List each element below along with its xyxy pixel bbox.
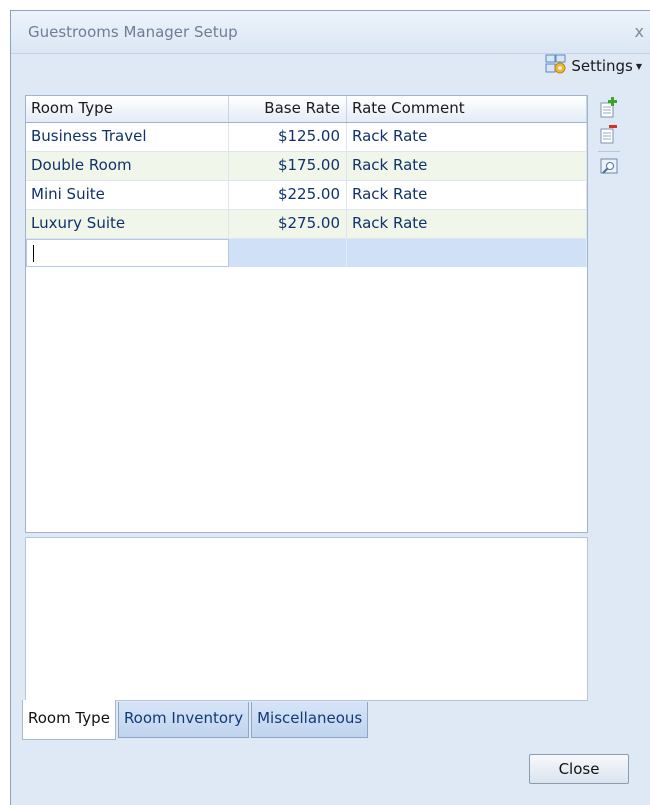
table-row[interactable]: Business Travel $125.00 Rack Rate — [26, 123, 587, 152]
tab-miscellaneous[interactable]: Miscellaneous — [251, 702, 369, 738]
close-button[interactable]: Close — [529, 754, 629, 784]
cell-rate-comment[interactable]: Rack Rate — [347, 210, 587, 238]
delete-row-button[interactable] — [597, 123, 621, 149]
table-row[interactable]: Double Room $175.00 Rack Rate — [26, 152, 587, 181]
table-row[interactable]: Mini Suite $225.00 Rack Rate — [26, 181, 587, 210]
new-row-room-type-input[interactable] — [26, 239, 229, 267]
chevron-down-icon: ▼ — [635, 61, 642, 71]
window-title: Guestrooms Manager Setup — [28, 23, 238, 41]
cell-room-type[interactable]: Business Travel — [26, 123, 229, 151]
preview-button[interactable] — [597, 156, 621, 182]
tab-strip: Room Type Room Inventory Miscellaneous — [22, 700, 370, 740]
column-header-base-rate[interactable]: Base Rate — [229, 96, 347, 122]
tab-room-inventory[interactable]: Room Inventory — [117, 702, 250, 738]
column-header-rate-comment[interactable]: Rate Comment — [347, 96, 587, 122]
add-row-icon — [599, 97, 619, 123]
table-row[interactable]: Luxury Suite $275.00 Rack Rate — [26, 210, 587, 239]
add-row-button[interactable] — [597, 97, 621, 123]
settings-label: Settings — [571, 57, 633, 75]
cell-base-rate[interactable]: $275.00 — [229, 210, 347, 238]
new-row[interactable] — [26, 239, 587, 267]
detail-pane — [25, 537, 588, 701]
new-row-rate-comment[interactable] — [347, 239, 587, 267]
cell-room-type[interactable]: Luxury Suite — [26, 210, 229, 238]
window-close-icon[interactable]: x — [635, 22, 644, 41]
cell-base-rate[interactable]: $125.00 — [229, 123, 347, 151]
settings-dropdown-button[interactable]: Settings ▼ — [545, 53, 642, 79]
text-caret — [33, 245, 34, 262]
delete-row-icon — [599, 123, 619, 149]
cell-room-type[interactable]: Mini Suite — [26, 181, 229, 209]
preview-icon — [599, 157, 619, 181]
toolbar-divider — [598, 151, 620, 152]
settings-icon — [545, 53, 567, 79]
cell-base-rate[interactable]: $225.00 — [229, 181, 347, 209]
grid-side-toolbar — [597, 97, 623, 182]
new-row-base-rate[interactable] — [229, 239, 347, 267]
cell-rate-comment[interactable]: Rack Rate — [347, 181, 587, 209]
column-header-room-type[interactable]: Room Type — [26, 96, 229, 122]
cell-base-rate[interactable]: $175.00 — [229, 152, 347, 180]
room-type-grid[interactable]: Room Type Base Rate Rate Comment Busines… — [25, 95, 588, 533]
cell-rate-comment[interactable]: Rack Rate — [347, 152, 587, 180]
tab-room-type[interactable]: Room Type — [22, 700, 116, 740]
cell-room-type[interactable]: Double Room — [26, 152, 229, 180]
title-bar: Guestrooms Manager Setup x — [11, 11, 650, 54]
grid-header: Room Type Base Rate Rate Comment — [26, 96, 587, 123]
cell-rate-comment[interactable]: Rack Rate — [347, 123, 587, 151]
